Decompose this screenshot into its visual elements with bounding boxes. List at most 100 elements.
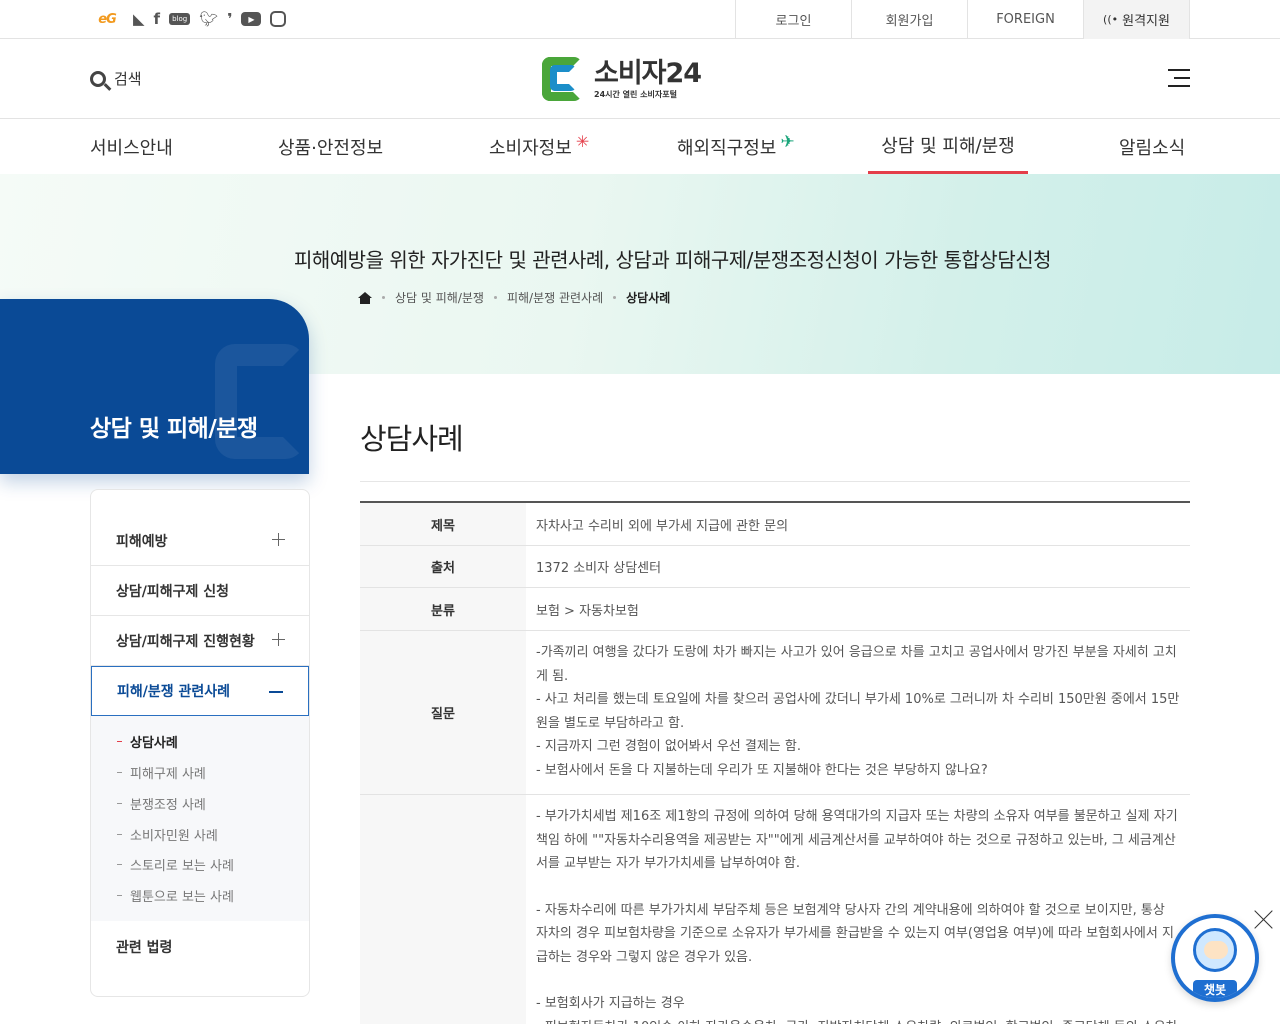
answer-paragraph: - 부가가치세법 제16조 제1항의 규정에 의하여 당해 용역대가의 지급자 …: [536, 809, 1178, 871]
remote-support-icon: ((•: [1103, 13, 1119, 26]
answer-paragraph: - 보험회사가 지급하는 경우: [536, 996, 685, 1011]
chatbot-robot-icon: [1193, 928, 1237, 972]
airplane-icon: ✈: [780, 131, 795, 152]
remote-support-link[interactable]: ((• 원격지원: [1083, 0, 1190, 39]
naver-post-icon[interactable]: ❜: [227, 9, 232, 29]
nav-label: 상담 및 피해/분쟁: [881, 136, 1015, 157]
table-row: - 부가가치세법 제16조 제1항의 규정에 의하여 당해 용역대가의 지급자 …: [360, 795, 1190, 1024]
minus-icon: [269, 691, 283, 693]
nav-service-guide[interactable]: 서비스안내: [90, 119, 173, 174]
chatbot-close-icon[interactable]: [1254, 909, 1274, 929]
submenu-label: 웹툰으로 보는 사례: [130, 890, 234, 905]
search-button[interactable]: 검색: [90, 68, 142, 89]
submenu-item-webtoon-cases[interactable]: 웹툰으로 보는 사례: [117, 886, 234, 905]
menu-hamburger-icon[interactable]: [1168, 69, 1190, 87]
row-header-question: 질문: [360, 631, 526, 794]
submenu-item-complaint-cases[interactable]: 소비자민원 사례: [117, 825, 218, 844]
sidebar-item-label: 상담/피해구제 진행현황: [116, 633, 255, 650]
breadcrumb-current: 상담사례: [626, 291, 671, 305]
side-menu-title: 상담 및 피해/분쟁: [90, 416, 258, 442]
rss-icon[interactable]: ◣: [133, 9, 145, 29]
question-line: - 보험사에서 돈을 다 지불하는데 우리가 또 지불해야 한다는 것은 부당하…: [536, 762, 988, 778]
breadcrumb-separator: [613, 296, 617, 299]
breadcrumb-item[interactable]: 피해/분쟁 관련사례: [507, 289, 603, 306]
twitter-icon[interactable]: 🐦︎: [199, 9, 218, 29]
sidebar-item-progress[interactable]: 상담/피해구제 진행현황: [91, 616, 309, 666]
facebook-icon[interactable]: f: [154, 9, 161, 29]
breadcrumb-separator: [382, 296, 385, 299]
login-link[interactable]: 로그인: [735, 0, 851, 39]
signup-link[interactable]: 회원가입: [851, 0, 967, 39]
row-value-answer: - 부가가치세법 제16조 제1항의 규정에 의하여 당해 용역대가의 지급자 …: [526, 795, 1190, 1024]
row-header-title: 제목: [360, 503, 526, 545]
nav-label: 해외직구정보: [677, 137, 777, 159]
question-line: -가족끼리 여행을 갔다가 도랑에 차가 빠지는 사고가 있어 응급으로 차를 …: [536, 645, 1177, 684]
sns-links: eG ◣ f blog 🐦︎ ❜ ▶: [90, 9, 287, 29]
hero-title: 피해예방을 위한 자가진단 및 관련사례, 상담과 피해구제/분쟁조정신청이 가…: [293, 248, 1052, 272]
case-detail-table: 제목 자차사고 수리비 외에 부가세 지급에 관한 문의 출처 1372 소비자…: [360, 501, 1190, 1024]
plus-icon: [272, 633, 285, 646]
top-links: 로그인 회원가입 FOREIGN ((• 원격지원: [735, 0, 1190, 39]
submenu-item-story-cases[interactable]: 스토리로 보는 사례: [117, 855, 234, 874]
remote-support-label: 원격지원: [1122, 14, 1170, 29]
title-divider: [360, 481, 1190, 482]
nav-overseas-purchase[interactable]: 해외직구정보 ✈: [677, 119, 795, 174]
blog-icon-text: blog: [169, 13, 191, 25]
youtube-icon[interactable]: ▶: [241, 12, 262, 26]
submenu-item-consultation-cases[interactable]: 상담사례: [117, 732, 178, 751]
nav-label: 상품·안전정보: [278, 137, 384, 159]
plus-icon: [272, 533, 285, 546]
blog-icon[interactable]: blog: [169, 9, 191, 29]
sidebar-item-apply[interactable]: 상담/피해구제 신청: [91, 566, 309, 616]
question-line: - 지금까지 그런 경험이 없어봐서 우선 결제는 함.: [536, 739, 801, 754]
table-row: 제목 자차사고 수리비 외에 부가세 지급에 관한 문의: [360, 503, 1190, 546]
logo-title: 소비자24: [594, 57, 702, 89]
logo-subtitle: 24시간 열린 소비자포털: [594, 89, 677, 99]
submenu-item-mediation-cases[interactable]: 분쟁조정 사례: [117, 794, 206, 813]
sidebar-item-label: 관련 법령: [116, 940, 173, 956]
nav-consumer-info[interactable]: 소비자정보 ✳: [489, 119, 589, 174]
sidebar-item-label: 피해/분쟁 관련사례: [117, 684, 231, 700]
nav-notices[interactable]: 알림소식: [1119, 119, 1185, 174]
submenu-list: 상담사례 피해구제 사례 분쟁조정 사례 소비자민원 사례 스토리로 보는 사례…: [91, 716, 309, 921]
site-header: 검색 소비자24 24시간 열린 소비자포털: [0, 39, 1280, 119]
chatbot-label: 챗봇: [1193, 980, 1237, 998]
sidebar-item-label: 상담/피해구제 신청: [116, 583, 230, 600]
sidebar-item-related-cases[interactable]: 피해/분쟁 관련사례: [91, 666, 309, 716]
top-utility-bar: eG ◣ f blog 🐦︎ ❜ ▶ 로그인 회원가입 FOREIGN ((• …: [0, 0, 1280, 39]
home-icon[interactable]: [358, 291, 372, 304]
row-header-source: 출처: [360, 546, 526, 587]
eg-logo-icon[interactable]: eG: [90, 9, 124, 29]
submenu-label: 피해구제 사례: [130, 767, 206, 782]
row-value-title: 자차사고 수리비 외에 부가세 지급에 관한 문의: [536, 518, 789, 534]
chatbot-button[interactable]: 챗봇: [1171, 914, 1259, 1002]
foreign-link[interactable]: FOREIGN: [967, 0, 1083, 39]
answer-paragraph: - 자동차수리에 따른 부가가치세 부담주체 등은 보험계약 당사자 간의 계약…: [536, 902, 1174, 965]
sidebar-item-related-laws[interactable]: 관련 법령: [91, 922, 309, 972]
row-value-category: 보험 > 자동차보험: [536, 603, 639, 619]
nav-consultation-dispute[interactable]: 상담 및 피해/분쟁: [868, 119, 1028, 174]
submenu-label: 스토리로 보는 사례: [130, 859, 234, 874]
answer-paragraph: - 피보험자동차가 10인승 이하 자가용승용차, 국가, 지방자치단체 소유차…: [536, 1016, 1180, 1024]
submenu-label: 소비자민원 사례: [130, 829, 218, 844]
nav-label: 소비자정보: [489, 137, 572, 159]
nav-product-safety[interactable]: 상품·안전정보: [278, 119, 383, 174]
table-row: 출처 1372 소비자 상담센터: [360, 546, 1190, 588]
sidebar-item-damage-prevention[interactable]: 피해예방: [91, 516, 309, 566]
side-menu-header: 상담 및 피해/분쟁: [0, 299, 309, 474]
submenu-item-relief-cases[interactable]: 피해구제 사례: [117, 763, 206, 782]
breadcrumb: 상담 및 피해/분쟁 피해/분쟁 관련사례 상담사례: [358, 289, 670, 306]
submenu-label: 분쟁조정 사례: [130, 798, 206, 813]
sparkle-icon: ✳: [575, 132, 590, 151]
table-row: 분류 보험 > 자동차보험: [360, 588, 1190, 631]
site-logo[interactable]: 소비자24 24시간 열린 소비자포털: [540, 55, 702, 103]
row-value-source: 1372 소비자 상담센터: [536, 561, 662, 576]
breadcrumb-item[interactable]: 상담 및 피해/분쟁: [395, 289, 484, 306]
question-line: - 사고 처리를 했는데 토요일에 차를 찾으러 공업사에 갔더니 부가세 10…: [536, 692, 1180, 731]
table-row: 질문 -가족끼리 여행을 갔다가 도랑에 차가 빠지는 사고가 있어 응급으로 …: [360, 631, 1190, 795]
nav-label: 알림소식: [1119, 137, 1186, 159]
instagram-icon[interactable]: [270, 11, 287, 27]
global-nav: 서비스안내 상품·안전정보 소비자정보 ✳ 해외직구정보 ✈ 상담 및 피해/분쟁 …: [0, 119, 1280, 174]
nav-label: 서비스안내: [90, 137, 173, 159]
submenu-label: 상담사례: [130, 736, 178, 751]
